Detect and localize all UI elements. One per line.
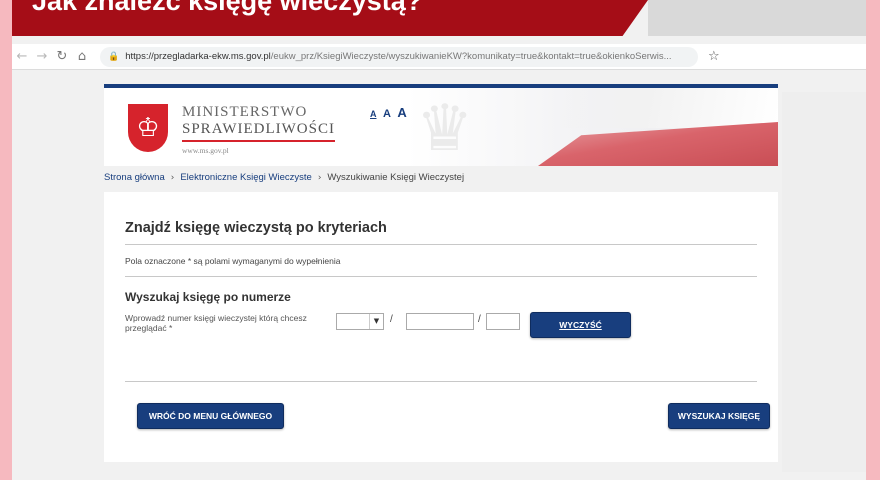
- ministry-name-line1[interactable]: MINISTERSTWO: [182, 104, 307, 121]
- search-form-panel: Znajdź księgę wieczystą po kryteriach Po…: [104, 192, 778, 462]
- caret-down-icon[interactable]: ▼: [369, 314, 383, 329]
- font-size-large[interactable]: A: [397, 105, 406, 120]
- star-icon[interactable]: ☆: [708, 49, 720, 64]
- breadcrumb-current: Wyszukiwanie Księgi Wieczystej: [327, 172, 465, 183]
- divider: [125, 276, 757, 277]
- lock-icon: 🔒: [108, 51, 120, 62]
- banner-title: Jak znaleźć księgę wieczystą?: [32, 0, 423, 16]
- clear-button[interactable]: WYCZYŚĆ: [530, 312, 631, 338]
- address-bar[interactable]: 🔒 https://przegladarka-ekw.ms.gov.pl/euk…: [100, 46, 698, 67]
- court-code-select[interactable]: ▼: [336, 313, 384, 330]
- banner-backdrop: [648, 0, 866, 36]
- breadcrumb: Strona główna › Elektroniczne Księgi Wiecz…: [104, 172, 464, 183]
- breadcrumb-ekw[interactable]: Elektroniczne Księgi Wieczyste: [180, 172, 311, 183]
- url-host: https://przegladarka-ekw.ms.gov.pl: [125, 51, 271, 62]
- font-size-switcher: A A A: [370, 104, 407, 122]
- number-separator: /: [478, 314, 481, 325]
- reload-icon[interactable]: ↻: [52, 49, 72, 64]
- flag-red-band: [538, 122, 778, 166]
- arrow-right-icon[interactable]: →: [32, 49, 52, 64]
- divider: [125, 244, 757, 245]
- book-number-input[interactable]: [406, 313, 474, 330]
- title-banner: Jak znaleźć księgę wieczystą?: [12, 0, 648, 36]
- chevron-right-icon: ›: [170, 173, 175, 183]
- ministry-url: www.ms.gov.pl: [182, 146, 229, 155]
- arrow-left-icon[interactable]: ←: [12, 49, 32, 64]
- eagle-emblem-icon[interactable]: ♔: [128, 104, 168, 152]
- browser-toolbar: ← → ↻ ⌂ 🔒 https://przegladarka-ekw.ms.go…: [12, 44, 866, 70]
- screen-frame: Jak znaleźć księgę wieczystą? ← → ↻ ⌂ 🔒 …: [12, 0, 866, 480]
- eagle-watermark-icon: ♛: [416, 92, 474, 166]
- url-path: /eukw_prz/KsiegiWieczyste/wyszukiwanieKW…: [270, 51, 672, 62]
- site-header: ♛ ♔ MINISTERSTWO SPRAWIEDLIWOŚCI www.ms.…: [104, 88, 778, 166]
- home-icon[interactable]: ⌂: [72, 49, 92, 64]
- font-size-small[interactable]: A: [370, 109, 377, 119]
- required-note: Pola oznaczone * są polami wymaganymi do…: [125, 256, 341, 266]
- book-number-label: Wprowadź numer księgi wieczystej którą c…: [125, 313, 307, 333]
- flag-white-band: [558, 88, 778, 128]
- eagle-glyph-icon: ♔: [136, 113, 160, 143]
- breadcrumb-home[interactable]: Strona główna: [104, 172, 165, 183]
- number-separator: /: [390, 314, 393, 325]
- chevron-right-icon: ›: [317, 173, 322, 183]
- search-book-button[interactable]: WYSZUKAJ KSIĘGĘ: [668, 403, 770, 429]
- form-title: Znajdź księgę wieczystą po kryteriach: [125, 220, 387, 236]
- back-to-menu-button[interactable]: WRÓĆ DO MENU GŁÓWNEGO: [137, 403, 284, 429]
- section-title: Wyszukaj księgę po numerze: [125, 290, 291, 304]
- page-background-right: [782, 92, 866, 472]
- divider: [125, 381, 757, 382]
- check-digit-input[interactable]: [486, 313, 520, 330]
- ministry-name-line2[interactable]: SPRAWIEDLIWOŚCI: [182, 121, 335, 142]
- font-size-medium[interactable]: A: [383, 108, 391, 120]
